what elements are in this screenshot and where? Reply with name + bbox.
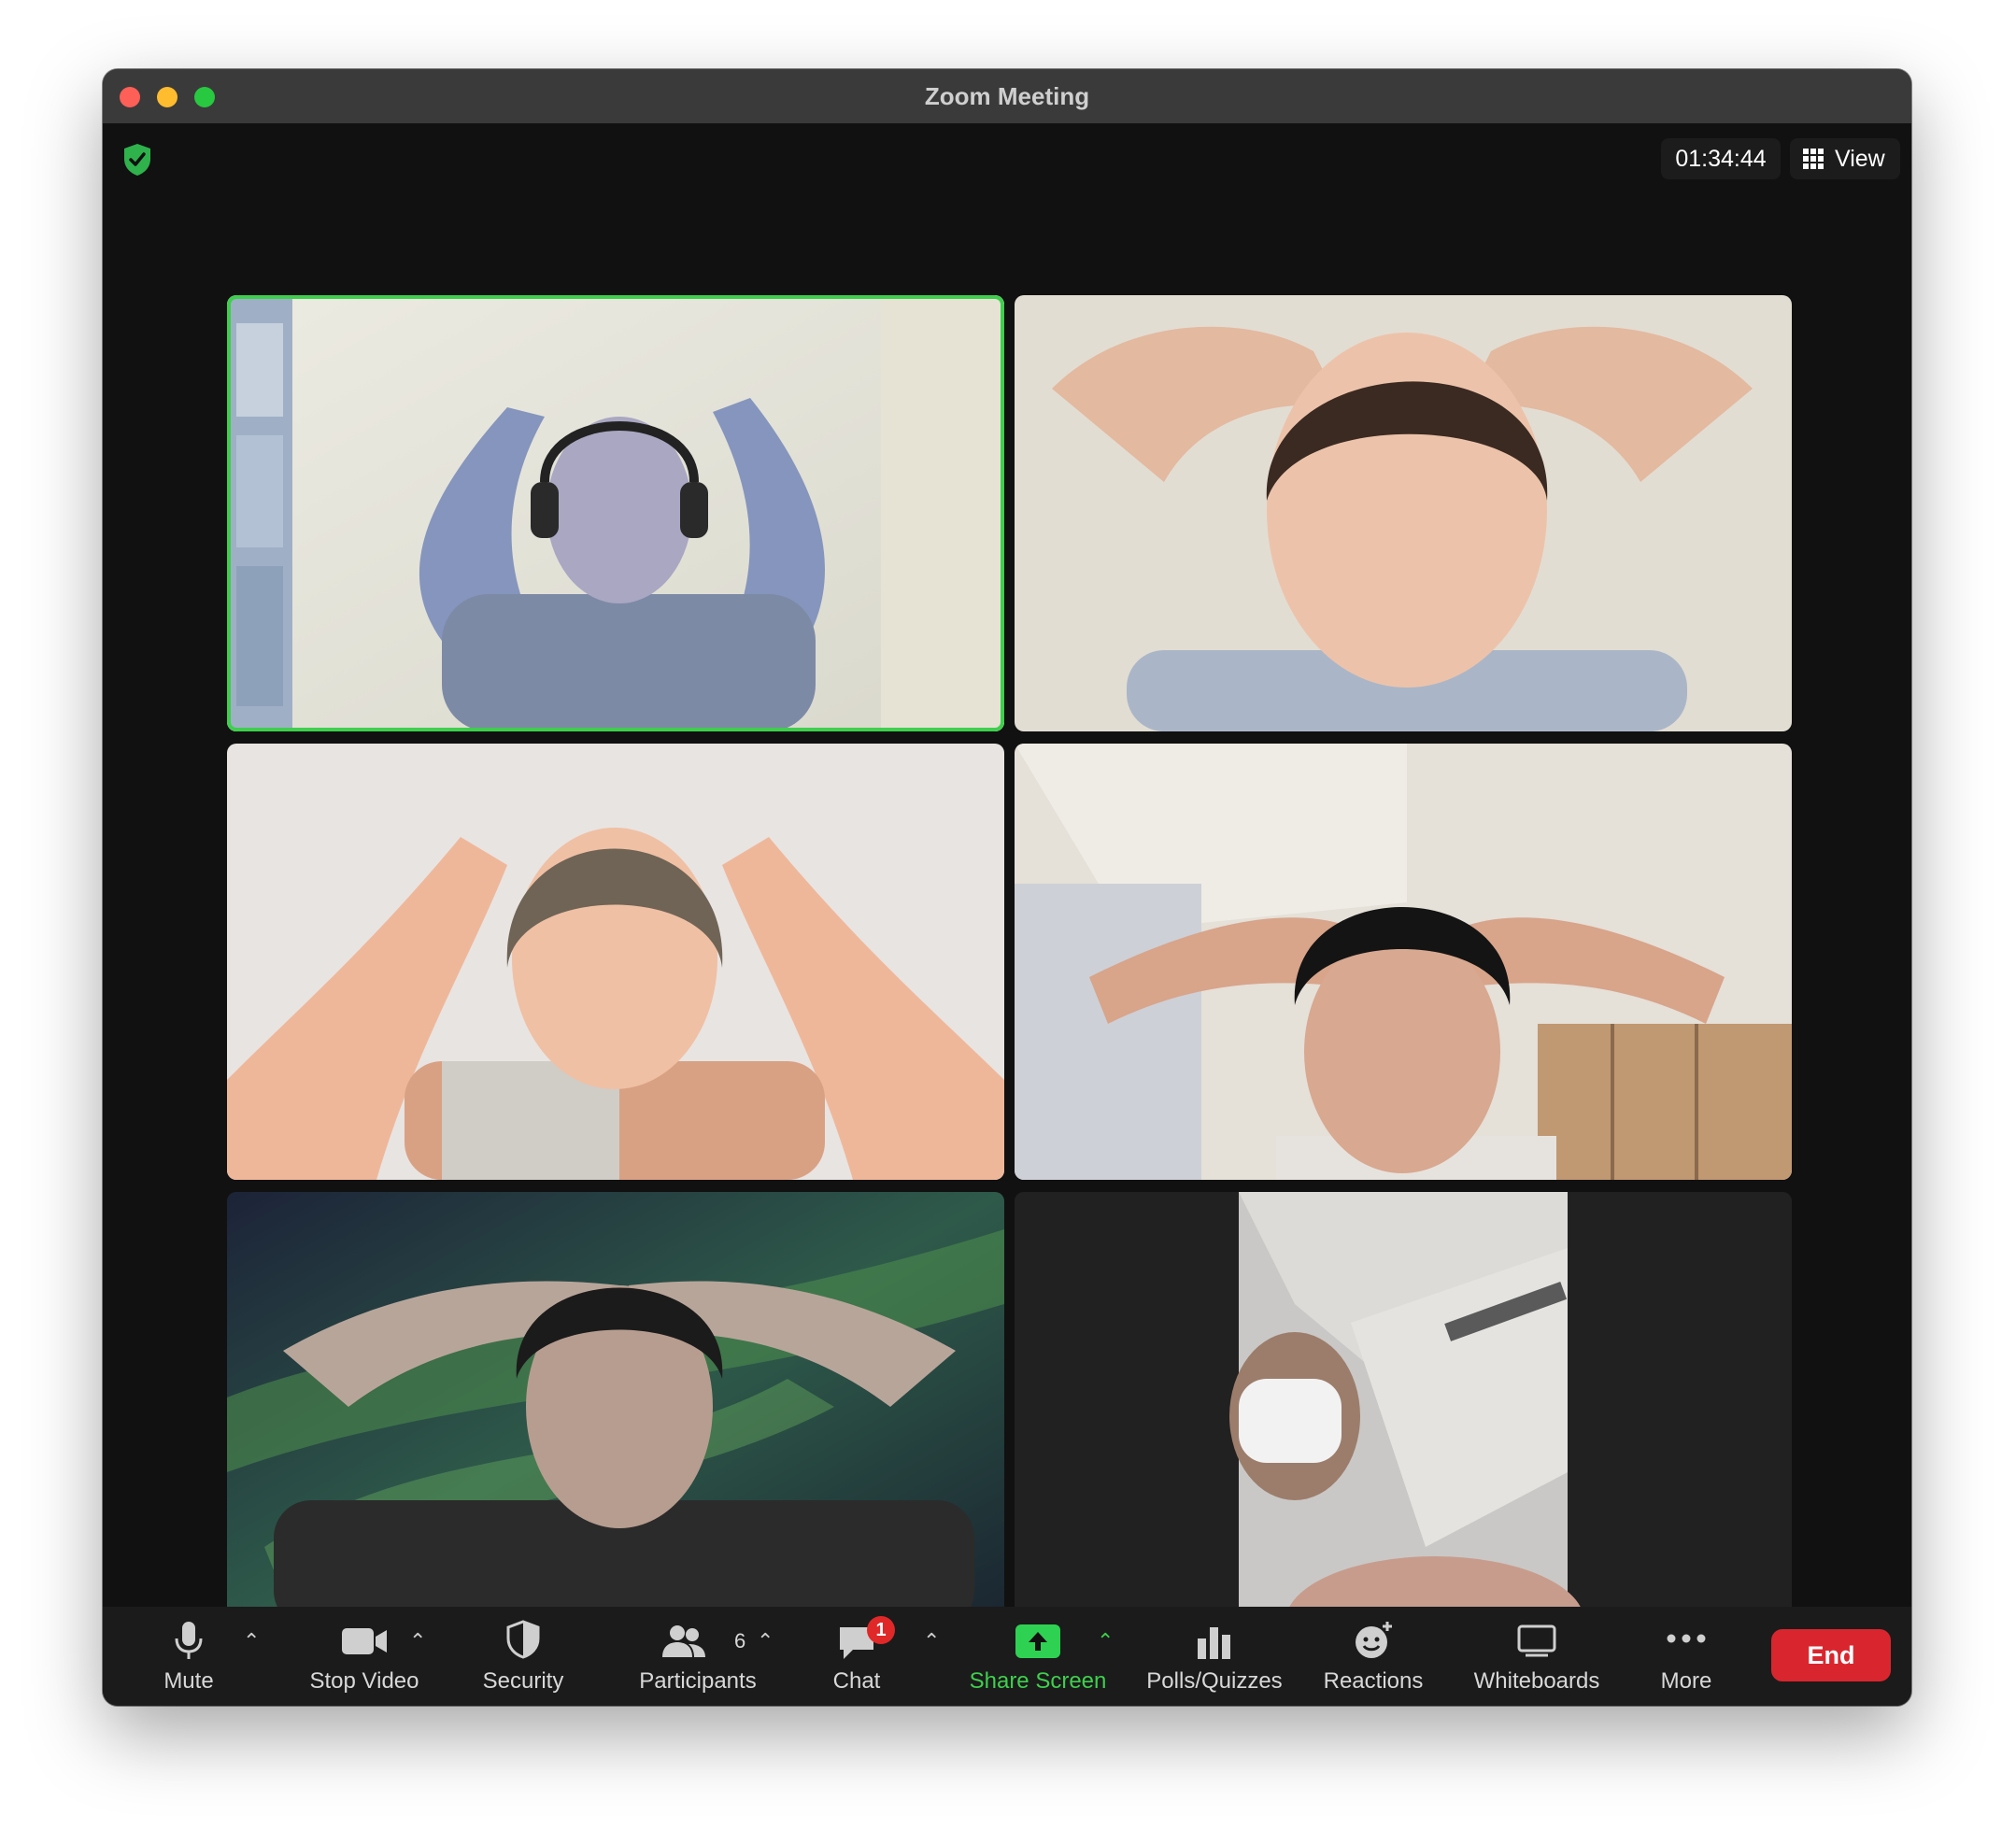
microphone-icon (175, 1622, 203, 1659)
participant-video-2[interactable] (1015, 295, 1792, 731)
participant-video-1[interactable] (227, 295, 1004, 731)
participant-video-3-feed (227, 744, 1004, 1180)
whiteboards-button[interactable]: Whiteboards (1457, 1607, 1616, 1706)
whiteboard-icon (1517, 1624, 1556, 1657)
participant-video-5[interactable] (227, 1192, 1004, 1628)
participant-video-3[interactable] (227, 744, 1004, 1180)
encryption-shield-icon[interactable] (121, 142, 153, 177)
reaction-smiley-icon (1356, 1622, 1392, 1658)
share-screen-label: Share Screen (969, 1668, 1107, 1694)
mute-label: Mute (163, 1668, 214, 1694)
view-button[interactable]: View (1790, 138, 1900, 179)
participant-video-5-feed (227, 1192, 1004, 1628)
view-label: View (1835, 146, 1885, 172)
audio-options-chevron-up-icon[interactable]: ⌃ (243, 1629, 260, 1653)
grid-view-icon (1803, 149, 1824, 169)
chat-button[interactable]: 1 Chat (805, 1607, 908, 1706)
security-label: Security (482, 1668, 564, 1694)
video-options-chevron-up-icon[interactable]: ⌃ (409, 1629, 426, 1653)
participants-icon (662, 1625, 705, 1657)
video-camera-icon (342, 1628, 387, 1654)
bar-chart-icon (1198, 1627, 1230, 1659)
meeting-toolbar: Mute ⌃ Stop Video ⌃ Security 6 Participa… (103, 1607, 1911, 1706)
polls-quizzes-label: Polls/Quizzes (1146, 1668, 1283, 1694)
whiteboards-label: Whiteboards (1473, 1668, 1600, 1694)
participant-video-4-feed (1015, 744, 1792, 1180)
title-bar: Zoom Meeting (103, 69, 1911, 124)
security-button[interactable]: Security (458, 1607, 589, 1706)
more-button[interactable]: More (1635, 1607, 1738, 1706)
polls-quizzes-button[interactable]: Polls/Quizzes (1140, 1607, 1289, 1706)
participant-video-1-feed (227, 295, 1004, 731)
reactions-button[interactable]: Reactions (1308, 1607, 1439, 1706)
participants-options-chevron-up-icon[interactable]: ⌃ (757, 1629, 774, 1653)
participant-video-6-feed (1015, 1192, 1792, 1628)
stop-video-label: Stop Video (309, 1668, 419, 1694)
meeting-timer: 01:34:44 (1661, 138, 1781, 179)
meeting-area: 01:34:44 View (103, 123, 1911, 1676)
window-title: Zoom Meeting (924, 82, 1090, 110)
share-screen-icon (1015, 1624, 1060, 1658)
participant-video-6[interactable] (1015, 1192, 1792, 1628)
participant-video-4[interactable] (1015, 744, 1792, 1180)
share-options-chevron-up-icon[interactable]: ⌃ (1097, 1629, 1114, 1653)
more-label: More (1660, 1668, 1712, 1694)
chat-label: Chat (832, 1668, 881, 1694)
reactions-label: Reactions (1323, 1668, 1424, 1694)
mute-button[interactable]: Mute (142, 1607, 235, 1706)
participant-video-2-feed (1015, 295, 1792, 731)
participants-button[interactable]: 6 Participants (618, 1607, 777, 1706)
share-screen-button[interactable]: Share Screen (964, 1607, 1112, 1706)
stop-video-button[interactable]: Stop Video (299, 1607, 430, 1706)
security-shield-icon (506, 1620, 540, 1659)
zoom-meeting-window: Zoom Meeting 01:34:44 View Mute ⌃ Stop V… (103, 69, 1911, 1706)
chat-unread-badge: 1 (867, 1616, 895, 1644)
end-meeting-button[interactable]: End (1771, 1629, 1891, 1681)
participants-label: Participants (639, 1668, 757, 1694)
more-ellipsis-icon (1667, 1634, 1706, 1643)
chat-options-chevron-up-icon[interactable]: ⌃ (923, 1629, 940, 1653)
participants-count: 6 (734, 1629, 746, 1653)
